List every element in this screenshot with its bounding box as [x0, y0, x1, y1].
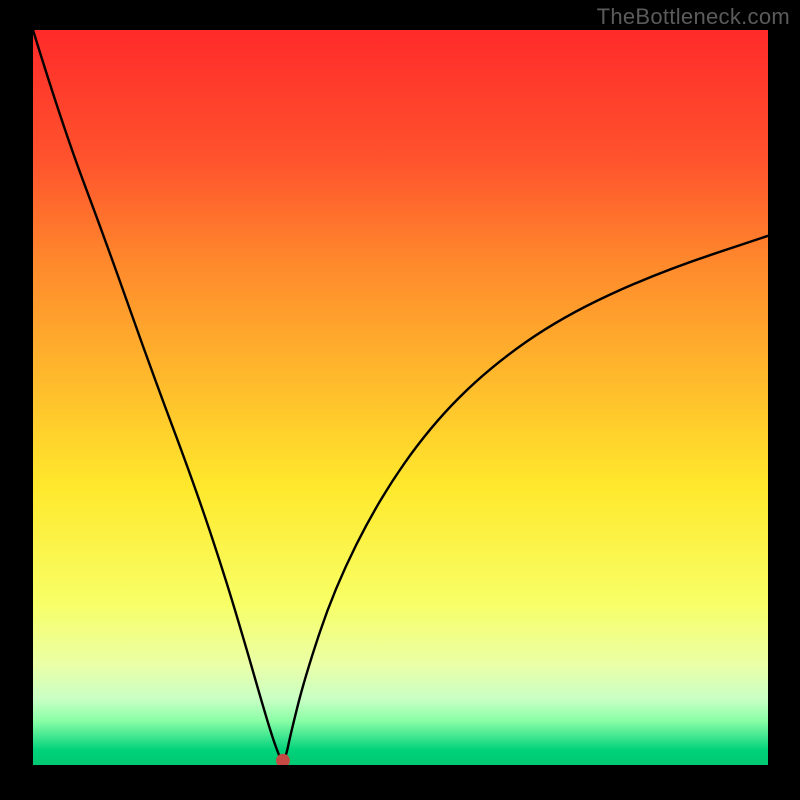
- chart-svg: [33, 30, 768, 765]
- plot-area: [33, 30, 768, 765]
- chart-frame: TheBottleneck.com: [0, 0, 800, 800]
- watermark-text: TheBottleneck.com: [597, 4, 790, 30]
- bottleneck-curve: [33, 30, 768, 760]
